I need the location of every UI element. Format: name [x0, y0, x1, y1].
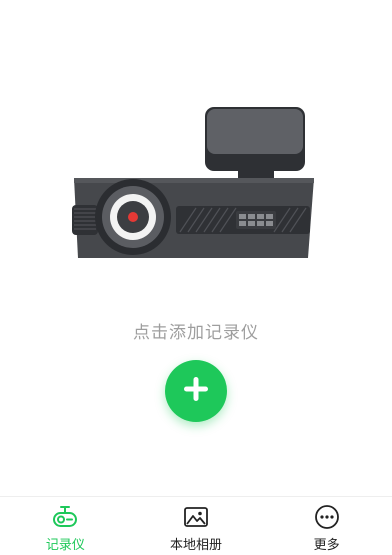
dashcam-icon	[51, 504, 79, 530]
more-dots-icon	[313, 504, 341, 530]
add-dashcam-button[interactable]	[165, 360, 227, 422]
empty-state-text: 点击添加记录仪	[133, 323, 259, 343]
main-content: 点击添加记录仪	[0, 0, 392, 497]
bottom-tab-bar: 记录仪 本地相册 更多	[0, 496, 392, 555]
tab-dashcam[interactable]: 记录仪	[0, 497, 131, 555]
plus-icon	[182, 375, 210, 407]
tab-label-dashcam: 记录仪	[45, 538, 85, 553]
dashcam-illustration	[70, 105, 320, 265]
photo-album-icon	[182, 504, 210, 530]
tab-more[interactable]: 更多	[261, 497, 392, 555]
tab-local-album[interactable]: 本地相册	[131, 497, 262, 555]
tab-label-more: 更多	[313, 538, 340, 553]
tab-label-local-album: 本地相册	[170, 538, 223, 553]
